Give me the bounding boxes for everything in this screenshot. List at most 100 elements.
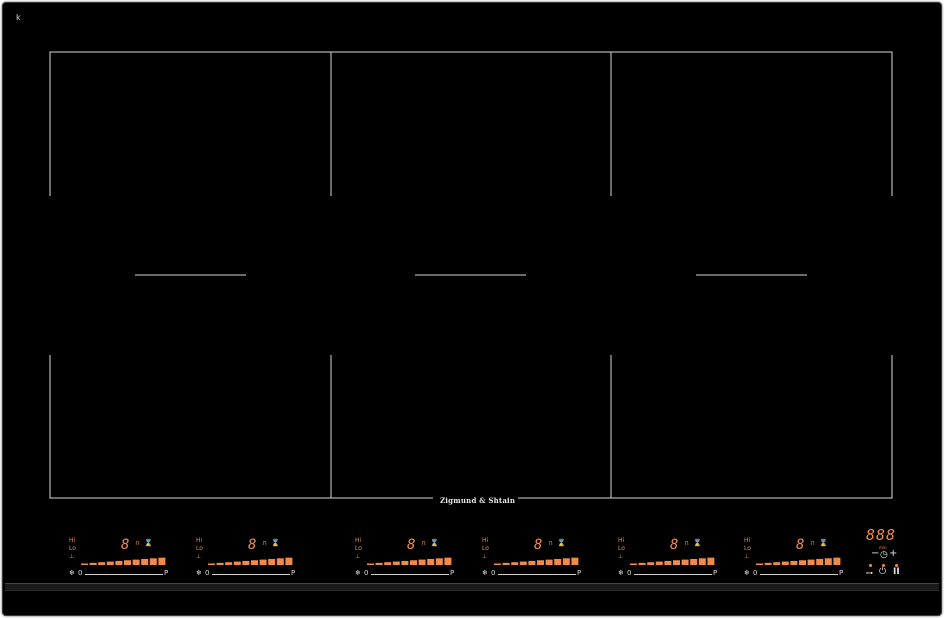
timer-icon[interactable]: ⌛ [271,539,280,547]
zone-control-3[interactable]: Hi Lo ⊥ 8 ∩ ⌛ ❄ 0 P [355,536,467,580]
power-level-bars[interactable] [208,557,296,565]
power-level-segment[interactable] [673,560,680,565]
power-level-segment[interactable] [216,562,224,565]
level-base-label[interactable]: ⊥ [482,554,487,560]
power-icon[interactable]: ⏻ [879,567,886,577]
keep-warm-icon[interactable]: ❄ [196,569,202,577]
power-level-segment[interactable] [537,560,544,565]
power-level-segment[interactable] [158,557,166,565]
level-hi-label[interactable]: Hi [482,538,488,544]
power-level-segment[interactable] [790,560,798,565]
power-level-segment[interactable] [562,558,570,565]
power-slider[interactable]: ❄ 0 P [744,569,854,579]
power-level-bars[interactable] [367,557,455,565]
level-base-label[interactable]: ⊥ [355,554,360,560]
level-base-label[interactable]: ⊥ [196,554,201,560]
level-lo-label[interactable]: Lo [355,546,362,552]
timer-icon[interactable]: ⌛ [430,539,439,547]
keep-warm-icon[interactable]: ❄ [482,569,488,577]
timer-icon[interactable]: ⌛ [557,539,566,547]
pause-icon[interactable]: II [893,567,900,577]
power-level-segment[interactable] [638,562,646,565]
level-lo-label[interactable]: Lo [618,546,625,552]
timer-icon[interactable]: ⌛ [693,539,702,547]
power-slider[interactable]: ❄ 0 P [618,569,728,579]
slider-track[interactable] [498,574,576,575]
power-level-segment[interactable] [511,562,519,565]
power-level-segment[interactable] [690,558,698,565]
power-level-segment[interactable] [571,557,579,565]
level-lo-label[interactable]: Lo [744,546,751,552]
zone-control-2[interactable]: Hi Lo ⊥ 8 ∩ ⌛ ❄ 0 P [196,536,308,580]
level-hi-label[interactable]: Hi [618,538,624,544]
bridge-icon[interactable]: ∩ [135,539,140,547]
power-level-segment[interactable] [807,559,815,565]
power-level-segment[interactable] [418,559,426,565]
power-level-segment[interactable] [773,562,781,565]
power-level-segment[interactable] [528,560,536,565]
power-level-segment[interactable] [698,558,706,565]
slider-track[interactable] [85,574,163,575]
power-level-segment[interactable] [268,558,276,565]
power-level-segment[interactable] [285,557,293,565]
power-level-segment[interactable] [630,563,637,566]
zone-control-6[interactable]: Hi Lo ⊥ 8 ∩ ⌛ ❄ 0 P [744,536,856,580]
timer-minus-button[interactable]: − [871,548,879,559]
power-level-bars[interactable] [81,557,169,565]
power-level-segment[interactable] [401,560,409,565]
power-slider[interactable]: ❄ 0 P [482,569,592,579]
level-lo-label[interactable]: Lo [482,546,489,552]
level-hi-label[interactable]: Hi [355,538,361,544]
power-level-segment[interactable] [132,559,140,565]
bridge-icon[interactable]: ∩ [684,539,689,547]
power-level-segment[interactable] [106,561,114,565]
power-level-segment[interactable] [647,562,655,565]
timer-icon[interactable]: ⌛ [144,539,153,547]
power-level-segment[interactable] [89,562,97,565]
power-level-segment[interactable] [375,562,383,565]
level-base-label[interactable]: ⊥ [744,554,749,560]
power-level-segment[interactable] [384,562,392,565]
power-level-segment[interactable] [427,558,435,565]
power-level-segment[interactable] [664,560,672,565]
power-slider[interactable]: ❄ 0 P [196,569,306,579]
power-level-segment[interactable] [259,559,267,565]
power-level-segment[interactable] [494,563,501,566]
power-level-segment[interactable] [756,563,763,566]
power-level-segment[interactable] [251,560,258,565]
slider-track[interactable] [371,574,449,575]
keep-warm-icon[interactable]: ❄ [355,569,361,577]
zone-control-5[interactable]: Hi Lo ⊥ 8 ∩ ⌛ ❄ 0 P [618,536,730,580]
level-base-label[interactable]: ⊥ [618,554,623,560]
bridge-icon[interactable]: ∩ [810,539,815,547]
power-level-segment[interactable] [545,559,553,565]
slider-track[interactable] [760,574,838,575]
power-level-segment[interactable] [225,562,233,565]
level-lo-label[interactable]: Lo [69,546,76,552]
power-level-segment[interactable] [149,558,157,565]
power-level-segment[interactable] [435,558,443,565]
slider-track[interactable] [212,574,290,575]
power-level-segment[interactable] [81,563,88,566]
power-level-segment[interactable] [799,560,806,565]
power-level-segment[interactable] [681,559,689,565]
power-level-segment[interactable] [124,560,131,565]
level-lo-label[interactable]: Lo [196,546,203,552]
timer-plus-button[interactable]: + [889,548,897,559]
level-hi-label[interactable]: Hi [744,538,750,544]
power-level-segment[interactable] [444,557,452,565]
power-level-segment[interactable] [410,560,417,565]
power-level-segment[interactable] [781,561,789,565]
clock-icon[interactable]: ◷ [880,550,888,560]
power-level-segment[interactable] [141,558,149,565]
keep-warm-icon[interactable]: ❄ [618,569,624,577]
bridge-icon[interactable]: ∩ [548,539,553,547]
key-icon[interactable]: ⊶ [866,569,873,577]
power-level-segment[interactable] [367,563,374,566]
power-level-segment[interactable] [554,558,562,565]
power-level-segment[interactable] [655,561,663,565]
keep-warm-icon[interactable]: ❄ [744,569,750,577]
timer-icon[interactable]: ⌛ [819,539,828,547]
power-level-segment[interactable] [764,562,772,565]
power-level-segment[interactable] [816,558,824,565]
